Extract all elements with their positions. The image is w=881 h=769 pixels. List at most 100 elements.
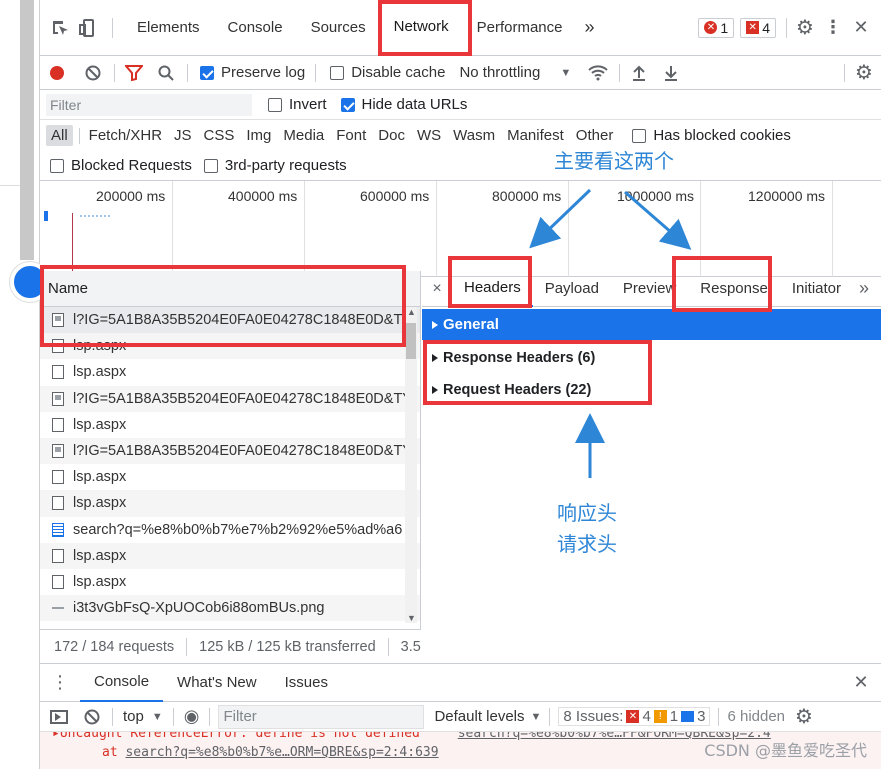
name-column-header[interactable]: Name (40, 271, 420, 307)
request-row[interactable]: l?IG=5A1B8A35B5204E0FA0E04278C1848E0D&TY (40, 437, 420, 465)
scroll-down-arrow-icon[interactable]: ▼ (407, 613, 416, 623)
network-status-bar: 172 / 184 requests 125 kB / 125 kB trans… (40, 629, 421, 663)
page-gutter (0, 0, 50, 769)
type-filter-font[interactable]: Font (331, 125, 371, 146)
blocked-requests-check-icon[interactable] (50, 158, 64, 173)
request-row[interactable]: lsp.aspx (40, 333, 420, 360)
filter-input[interactable]: Filter (46, 93, 252, 116)
network-overview-timeline[interactable]: 200000 ms 400000 ms 600000 ms 800000 ms … (40, 181, 881, 277)
close-devtools-icon[interactable]: ✕ (847, 14, 875, 42)
record-icon[interactable] (50, 65, 64, 80)
type-filter-all[interactable]: All (46, 125, 73, 146)
live-expression-eye-icon[interactable]: ◉ (184, 706, 200, 727)
request-row[interactable]: lsp.aspx (40, 412, 420, 438)
console-filter-input[interactable]: Filter (218, 704, 425, 729)
request-row[interactable]: search?q=%e8%b0%b7%e7%b2%92%e5%ad%a6 (40, 517, 420, 543)
tab-sources[interactable]: Sources (297, 0, 380, 56)
type-filter-media[interactable]: Media (278, 125, 329, 146)
context-select[interactable]: top ▼ (123, 708, 163, 725)
tab-console[interactable]: Console (214, 0, 297, 56)
third-party-check-icon[interactable] (203, 158, 218, 173)
inspect-element-icon[interactable] (46, 14, 74, 42)
export-har-icon[interactable] (660, 62, 682, 84)
sidebar-toggle-icon[interactable] (50, 709, 68, 724)
type-filter-js[interactable]: JS (169, 125, 197, 146)
device-toolbar-icon[interactable] (74, 14, 102, 42)
invert-checkbox[interactable]: Invert (268, 96, 327, 113)
file-icon (52, 470, 64, 485)
disable-cache-checkbox[interactable]: Disable cache (330, 64, 445, 81)
hide-data-urls-check-icon[interactable] (340, 97, 355, 112)
kebab-menu-icon[interactable]: ⋮ (819, 14, 847, 42)
general-section[interactable]: General (422, 309, 881, 340)
tab-payload[interactable]: Payload (533, 271, 611, 307)
network-conditions-icon[interactable] (587, 62, 609, 84)
request-row[interactable]: lsp.aspx (40, 542, 420, 569)
tab-initiator[interactable]: Initiator (780, 271, 853, 307)
issue-count-badge[interactable]: ✕ 4 (740, 17, 776, 38)
more-tabs-button[interactable]: » (577, 0, 603, 56)
scroll-up-arrow-icon[interactable]: ▲ (407, 307, 416, 317)
issues-blue-count: 3 (697, 708, 706, 725)
scrollbar-thumb[interactable] (406, 323, 416, 359)
close-drawer-icon[interactable]: ✕ (841, 672, 881, 693)
tab-performance[interactable]: Performance (463, 0, 577, 56)
tab-headers[interactable]: Headers (452, 271, 533, 307)
tab-preview[interactable]: Preview (611, 271, 688, 307)
blocked-requests-checkbox[interactable]: Blocked Requests (50, 157, 192, 174)
request-headers-section[interactable]: Request Headers (22) (422, 374, 881, 406)
response-headers-section[interactable]: Response Headers (6) (422, 342, 881, 374)
log-levels-select[interactable]: Default levels ▼ (434, 708, 541, 725)
third-party-checkbox[interactable]: 3rd-party requests (203, 157, 347, 174)
preserve-log-check-icon[interactable] (200, 65, 214, 80)
error-stack-link[interactable]: search?q=%e8%b0%b7%e…ORM=QBRE&sp=2:4:639 (125, 745, 438, 760)
tab-response[interactable]: Response (688, 271, 780, 307)
filter-funnel-icon[interactable] (123, 62, 145, 84)
type-filter-doc[interactable]: Doc (373, 125, 410, 146)
has-blocked-cookies-checkbox[interactable]: Has blocked cookies (632, 127, 791, 144)
error-count-badge[interactable]: ✕ 1 (698, 17, 735, 38)
network-settings-gear-icon[interactable]: ⚙ (853, 62, 875, 84)
request-row[interactable]: lsp.aspx (40, 569, 420, 595)
disable-cache-check-icon[interactable] (330, 65, 345, 80)
import-har-icon[interactable] (628, 62, 650, 84)
request-row[interactable]: lsp.aspx (40, 359, 420, 385)
page-scrollbar[interactable] (20, 0, 34, 260)
devtools-panel: Elements Console Sources Network Perform… (40, 0, 881, 769)
drawer-tab-whats-new[interactable]: What's New (163, 664, 271, 702)
has-blocked-cookies-label: Has blocked cookies (653, 127, 791, 144)
type-filter-ws[interactable]: WS (412, 125, 446, 146)
type-filter-wasm[interactable]: Wasm (448, 125, 500, 146)
drawer-kebab-menu-icon[interactable]: ⋮ (40, 672, 80, 693)
clear-icon[interactable] (82, 62, 104, 84)
drawer-tab-console[interactable]: Console (80, 664, 164, 702)
tab-network[interactable]: Network (379, 0, 463, 56)
close-detail-icon[interactable]: × (422, 280, 452, 298)
console-settings-gear-icon[interactable]: ⚙ (795, 704, 813, 729)
settings-gear-icon[interactable]: ⚙ (791, 14, 819, 42)
throttling-select[interactable]: No throttling ▼ (459, 64, 571, 81)
more-detail-tabs-button[interactable]: » (853, 271, 875, 307)
drawer-tab-issues[interactable]: Issues (271, 664, 342, 702)
request-list-scrollbar[interactable]: ▲ ▼ (405, 307, 417, 623)
request-row[interactable]: l?IG=5A1B8A35B5204E0FA0E04278C1848E0D&TY (40, 385, 420, 412)
search-icon[interactable] (155, 62, 177, 84)
console-toolbar-separator (718, 707, 720, 726)
request-row[interactable]: lsp.aspx (40, 490, 420, 517)
error-stack-prefix: at (102, 745, 126, 760)
request-row[interactable]: lsp.aspx (40, 464, 420, 490)
request-row[interactable]: l?IG=5A1B8A35B5204E0FA0E04278C1848E0D&TY (40, 307, 420, 334)
clear-console-icon[interactable] (84, 709, 100, 725)
tab-elements[interactable]: Elements (123, 0, 214, 56)
issues-counter-button[interactable]: 8 Issues: ✕ 4 ! 1 3 (558, 707, 711, 726)
preserve-log-checkbox[interactable]: Preserve log (200, 64, 305, 81)
type-filter-css[interactable]: CSS (199, 125, 240, 146)
request-row[interactable]: i3t3vGbFsQ-XpUOCob6i88omBUs.png (40, 595, 420, 622)
invert-check-icon[interactable] (268, 97, 282, 112)
type-filter-fetch-xhr[interactable]: Fetch/XHR (84, 125, 167, 146)
type-filter-manifest[interactable]: Manifest (502, 125, 569, 146)
type-filter-img[interactable]: Img (241, 125, 276, 146)
type-filter-other[interactable]: Other (571, 125, 619, 146)
hide-data-urls-checkbox[interactable]: Hide data URLs (340, 96, 467, 113)
has-blocked-cookies-check-icon[interactable] (632, 128, 647, 143)
